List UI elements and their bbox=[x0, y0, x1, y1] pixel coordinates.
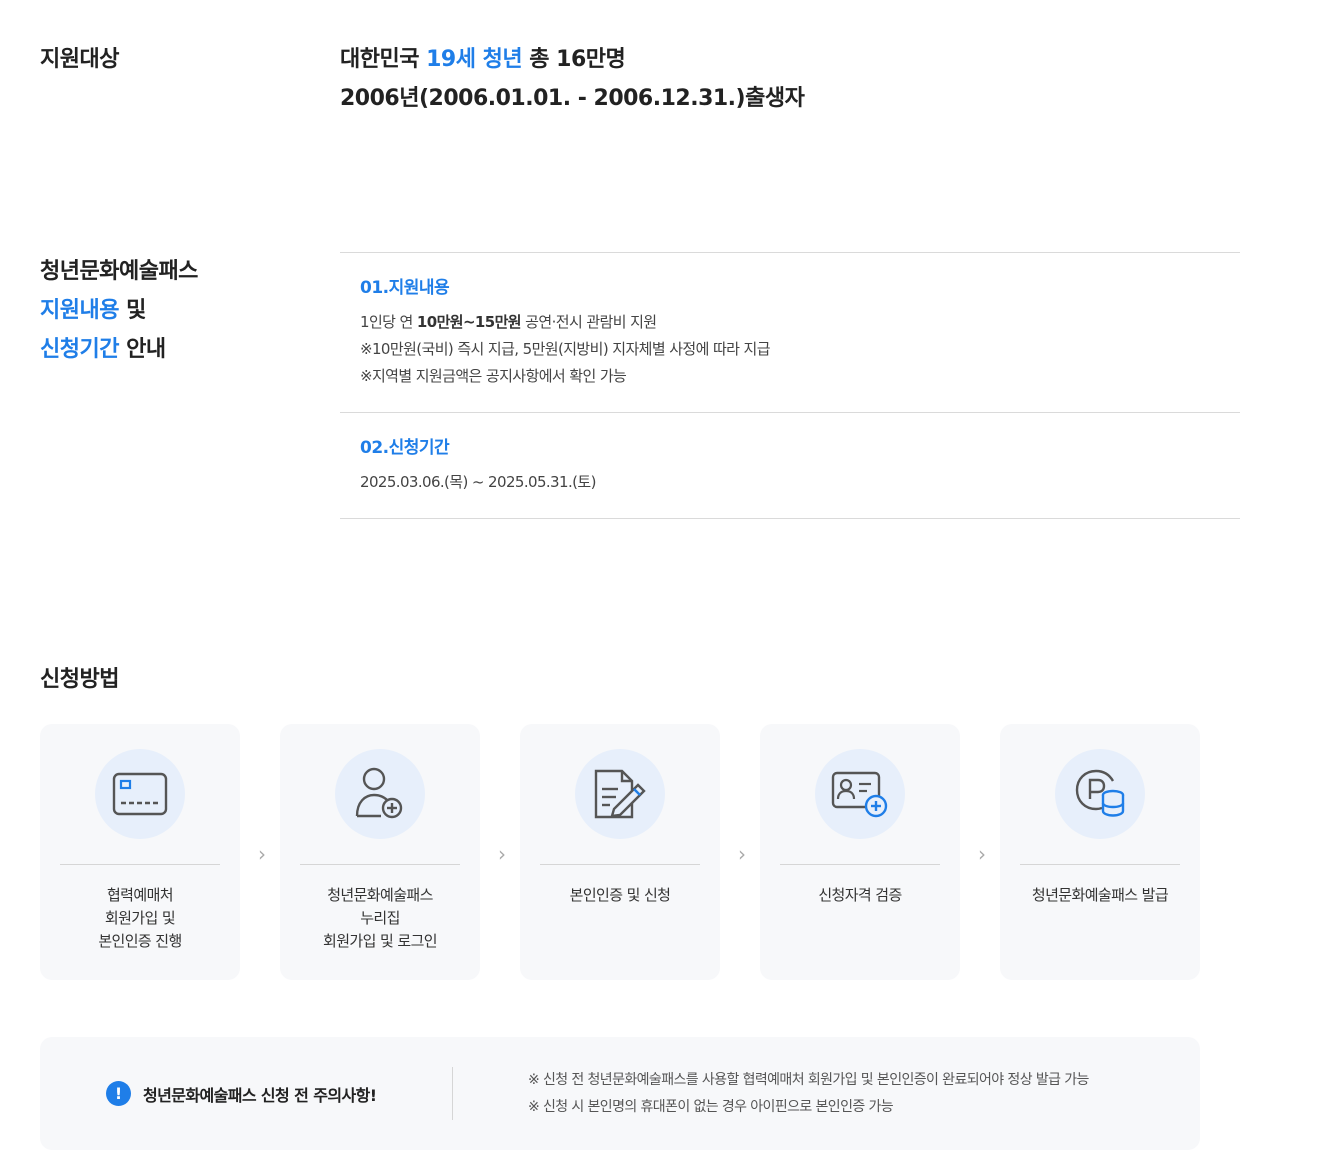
notice-heading: ! 청년문화예술패스 신청 전 주의사항! bbox=[106, 1081, 377, 1106]
target-description: 대한민국 19세 청년 총 16만명 2006년(2006.01.01. - 2… bbox=[340, 40, 805, 118]
id-card-add-icon bbox=[815, 749, 905, 839]
step-label: 신청자격 검증 bbox=[818, 886, 902, 904]
step-divider bbox=[300, 864, 460, 865]
notice-list: ※ 신청 전 청년문화예술패스를 사용할 협력예매처 회원가입 및 본인인증이 … bbox=[528, 1067, 1089, 1121]
step-card-3: 본인인증 및 신청 bbox=[520, 724, 720, 980]
step-card-4: 신청자격 검증 bbox=[760, 724, 960, 980]
user-add-icon bbox=[335, 749, 425, 839]
card-icon bbox=[95, 749, 185, 839]
step-label: 협력예매처 회원가입 및 본인인증 진행 bbox=[98, 886, 182, 950]
method-steps: 협력예매처 회원가입 및 본인인증 진행 › 청년문화예술패스 누리집 회원가입… bbox=[40, 724, 1200, 981]
notice-title: 청년문화예술패스 신청 전 주의사항! bbox=[143, 1085, 377, 1105]
step-label: 청년문화예술패스 발급 bbox=[1031, 886, 1169, 904]
target-highlight: 19세 청년 bbox=[426, 47, 523, 72]
step-divider bbox=[540, 864, 700, 865]
step-card-1: 협력예매처 회원가입 및 본인인증 진행 bbox=[40, 724, 240, 980]
method-section-title: 신청방법 bbox=[40, 667, 119, 692]
support-content-block: 01.지원내용 1인당 연 10만원~15만원 공연·전시 관람비 지원 ※10… bbox=[340, 253, 1240, 413]
step-label: 본인인증 및 신청 bbox=[569, 886, 671, 904]
notice-box: ! 청년문화예술패스 신청 전 주의사항! ※ 신청 전 청년문화예술패스를 사… bbox=[40, 1037, 1200, 1150]
notice-item: ※ 신청 시 본인명의 휴대폰이 없는 경우 아이핀으로 본인인증 가능 bbox=[528, 1099, 894, 1115]
chevron-right-icon: › bbox=[498, 842, 506, 866]
support-period-block: 02.신청기간 2025.03.06.(목) ~ 2025.05.31.(토) bbox=[340, 413, 1240, 519]
support-section-title: 청년문화예술패스 지원내용 및 신청기간 안내 bbox=[40, 259, 198, 362]
point-coin-icon bbox=[1055, 749, 1145, 839]
chevron-right-icon: › bbox=[258, 842, 266, 866]
target-line-1: 대한민국 19세 청년 총 16만명 bbox=[340, 47, 626, 72]
support-content-note: ※지역별 지원금액은 공지사항에서 확인 가능 bbox=[360, 367, 627, 385]
target-line-2: 2006년(2006.01.01. - 2006.12.31.)출생자 bbox=[340, 86, 805, 111]
exclamation-icon: ! bbox=[106, 1081, 131, 1106]
step-divider bbox=[780, 864, 940, 865]
support-content-note: ※10만원(국비) 즉시 지급, 5만원(지방비) 지자체별 사정에 따라 지급 bbox=[360, 340, 771, 358]
step-divider bbox=[1020, 864, 1180, 865]
notice-separator bbox=[452, 1067, 453, 1120]
step-divider bbox=[60, 864, 220, 865]
step-card-5: 청년문화예술패스 발급 bbox=[1000, 724, 1200, 980]
support-content-line: 1인당 연 10만원~15만원 공연·전시 관람비 지원 bbox=[360, 313, 657, 331]
chevron-right-icon: › bbox=[738, 842, 746, 866]
support-period-dates: 2025.03.06.(목) ~ 2025.05.31.(토) bbox=[360, 473, 596, 491]
notice-item: ※ 신청 전 청년문화예술패스를 사용할 협력예매처 회원가입 및 본인인증이 … bbox=[528, 1072, 1089, 1088]
support-period-heading: 02.신청기간 bbox=[360, 438, 450, 458]
target-section-title: 지원대상 bbox=[40, 47, 119, 72]
document-edit-icon bbox=[575, 749, 665, 839]
chevron-right-icon: › bbox=[978, 842, 986, 866]
step-card-2: 청년문화예술패스 누리집 회원가입 및 로그인 bbox=[280, 724, 480, 980]
support-panel: 01.지원내용 1인당 연 10만원~15만원 공연·전시 관람비 지원 ※10… bbox=[340, 252, 1240, 519]
step-label: 청년문화예술패스 누리집 회원가입 및 로그인 bbox=[323, 886, 438, 950]
support-content-heading: 01.지원내용 bbox=[360, 278, 450, 298]
